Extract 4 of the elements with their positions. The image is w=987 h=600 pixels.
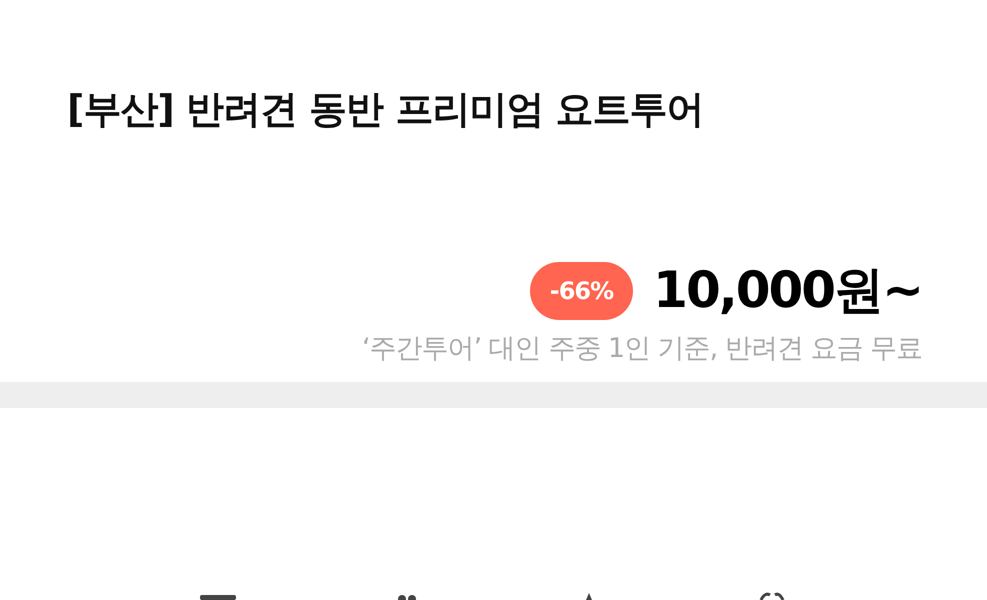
price-text: 10,000원~ [653,260,922,321]
discount-badge: -66% [530,262,634,320]
price-note: ‘주간투어’ 대인 주중 1인 기준, 반려견 요금 무료 [360,332,922,366]
product-title: [부산] 반려견 동반 프리미엄 요트투어 [67,86,705,133]
